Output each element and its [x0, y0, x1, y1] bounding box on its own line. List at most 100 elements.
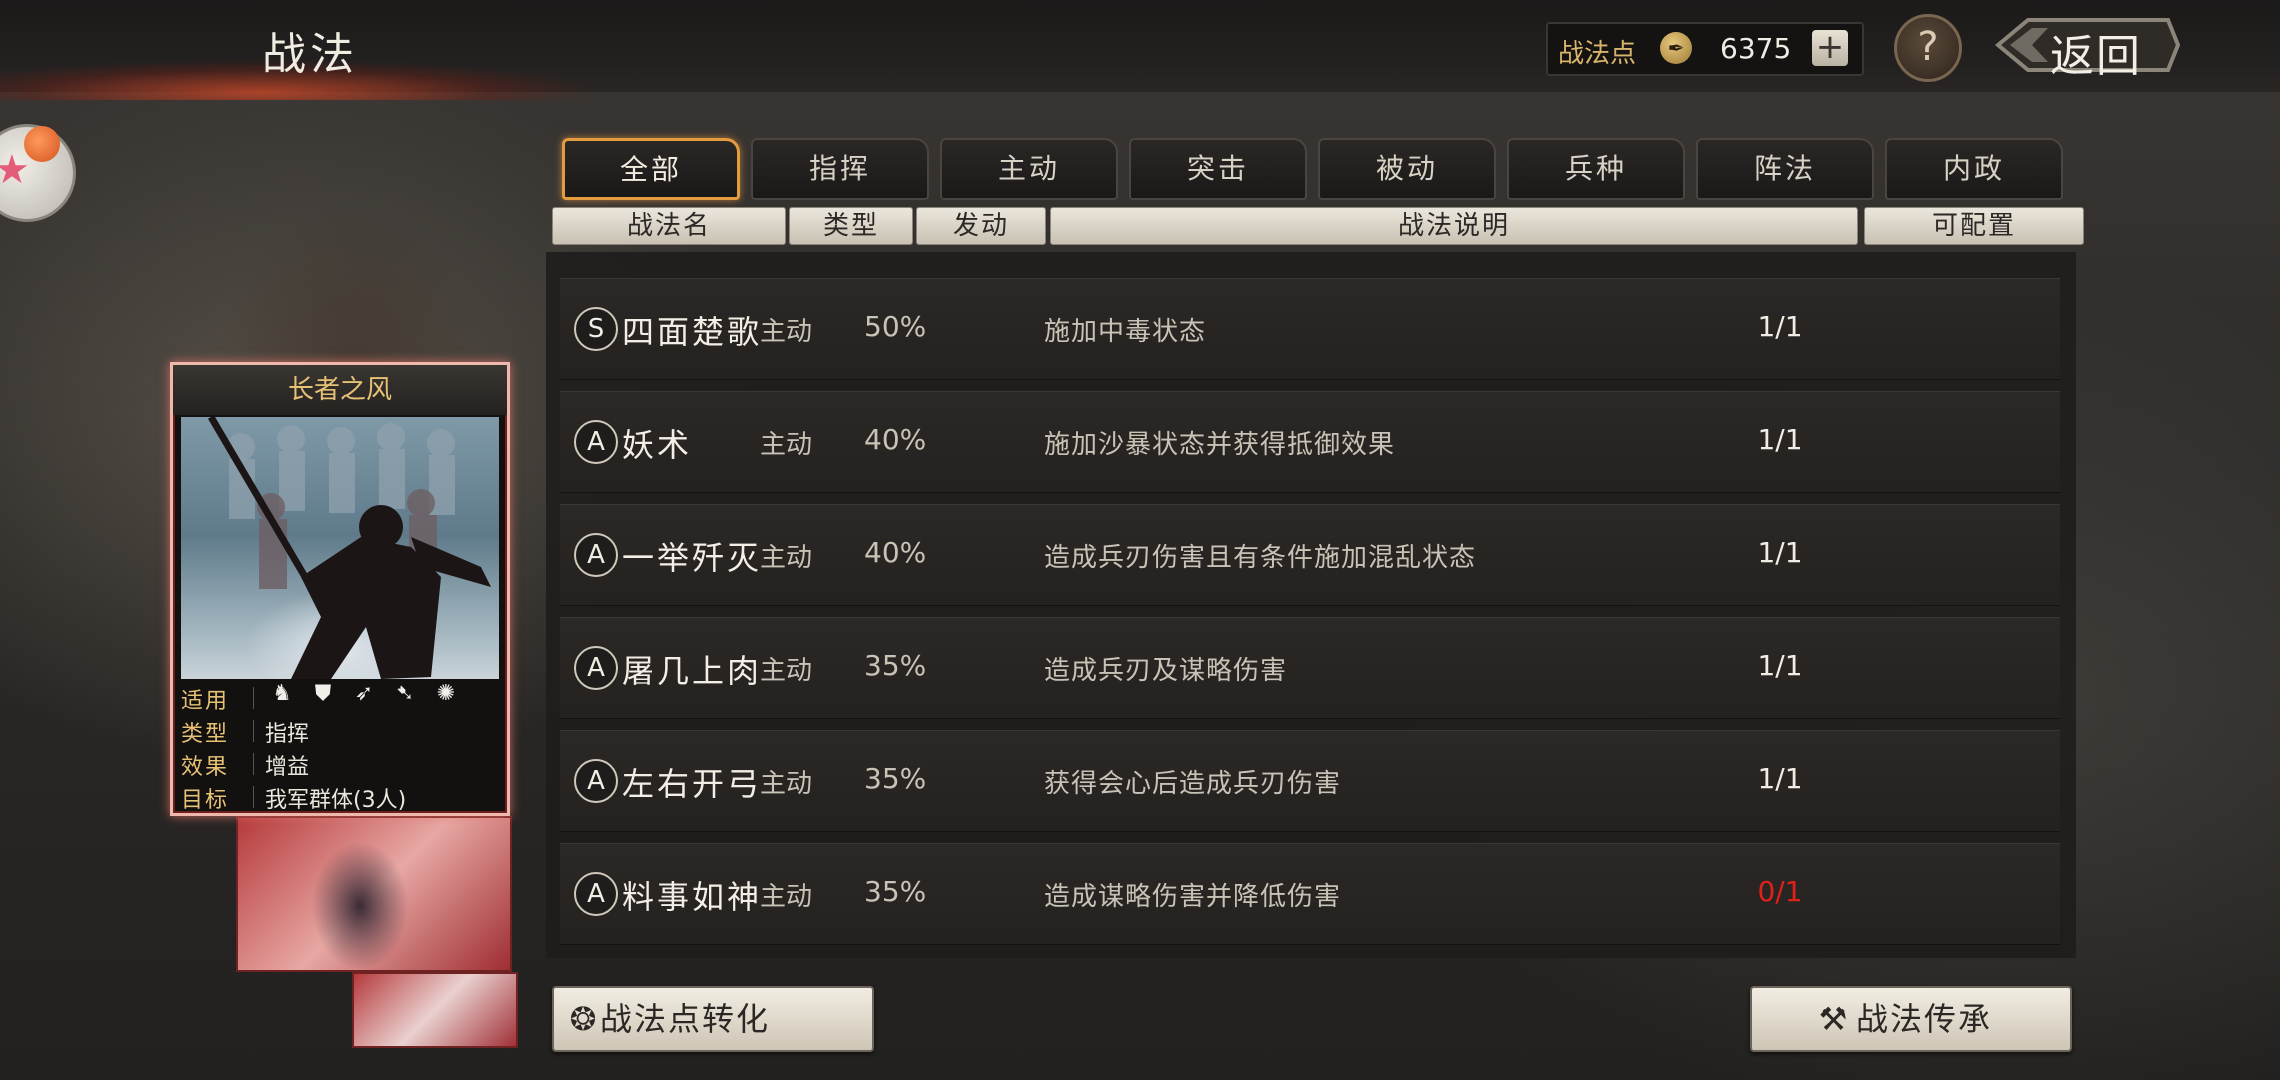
skill-row[interactable]: A 屠几上肉 主动 35% 造成兵刃及谋略伤害 1/1	[560, 617, 2060, 719]
card-back-figure	[290, 816, 430, 968]
stat-key: 类型	[181, 722, 230, 747]
skill-card-stack-back-2[interactable]	[352, 972, 518, 1048]
skill-description: 施加中毒状态	[1044, 317, 1207, 347]
column-header-description: 战法说明	[1050, 207, 1858, 245]
skill-type: 主动	[760, 543, 813, 573]
stat-divider	[253, 687, 254, 709]
tab-troop[interactable]: 兵种	[1507, 138, 1685, 200]
tab-passive[interactable]: 被动	[1318, 138, 1496, 200]
skill-rate: 35%	[864, 762, 927, 795]
skill-row[interactable]: A 妖术 主动 40% 施加沙暴状态并获得抵御效果 1/1	[560, 391, 2060, 493]
hammer-icon: ⚒	[1818, 1000, 1850, 1038]
skill-type: 主动	[760, 882, 813, 912]
card-stats: 适用 ♞ ⛊ ➶ ➷ ✺ 类型 指挥 效果 增益 目标 我军群体(3人)	[181, 681, 499, 813]
tab-command[interactable]: 指挥	[751, 138, 929, 200]
column-header-type[interactable]: 类型	[789, 207, 913, 245]
convert-points-button[interactable]: ❂ 战法点转化	[552, 986, 874, 1052]
skill-quota: 1/1	[1757, 649, 1803, 682]
skill-name: 一举歼灭	[622, 539, 763, 577]
skill-row[interactable]: S 四面楚歌 主动 50% 施加中毒状态 1/1	[560, 278, 2060, 380]
skill-type: 主动	[760, 656, 813, 686]
skill-quota: 1/1	[1757, 536, 1803, 569]
wheel-icon: ✺	[436, 681, 456, 706]
page-title: 战法	[262, 29, 358, 80]
column-header-quota[interactable]: 可配置	[1864, 207, 2084, 245]
skill-rate: 50%	[864, 310, 927, 343]
skill-points-label: 战法点	[1558, 39, 1637, 69]
tab-active[interactable]: 主动	[940, 138, 1118, 200]
bow-icon: ➶	[354, 681, 374, 706]
inherit-skill-button[interactable]: ⚒ 战法传承	[1750, 986, 2072, 1052]
shield-icon: ⛊	[314, 681, 332, 706]
convert-points-label: 战法点转化	[600, 1000, 771, 1038]
skill-type: 主动	[760, 430, 813, 460]
stat-value: 指挥	[265, 722, 310, 747]
skill-name: 料事如神	[622, 878, 763, 916]
grade-badge: A	[574, 420, 618, 464]
tab-internal[interactable]: 内政	[1885, 138, 2063, 200]
stat-row-usage: 适用 ♞ ⛊ ➶ ➷ ✺	[181, 681, 499, 714]
skill-quota: 1/1	[1757, 762, 1803, 795]
card-art	[181, 417, 499, 679]
skill-description: 施加沙暴状态并获得抵御效果	[1044, 430, 1396, 460]
grade-badge: A	[574, 646, 618, 690]
help-button[interactable]: ?	[1894, 14, 1962, 82]
skill-description: 造成谋略伤害并降低伤害	[1044, 882, 1342, 912]
skill-name: 左右开弓	[622, 765, 763, 803]
skill-type: 主动	[760, 769, 813, 799]
skill-quota: 0/1	[1757, 875, 1803, 908]
skill-type: 主动	[760, 317, 813, 347]
back-label: 返回	[2050, 31, 2142, 82]
tab-formation[interactable]: 阵法	[1696, 138, 1874, 200]
skill-quota: 1/1	[1757, 310, 1803, 343]
troop-type-icons: ♞ ⛊ ➶ ➷ ✺	[265, 681, 463, 706]
inherit-skill-label: 战法传承	[1856, 1000, 1993, 1038]
notification-dot-icon	[24, 126, 60, 162]
spear-icon: ➷	[395, 681, 415, 706]
grade-badge: A	[574, 533, 618, 577]
skill-rate: 40%	[864, 536, 927, 569]
title-glow	[0, 52, 820, 100]
cavalry-icon: ♞	[272, 681, 292, 706]
skill-description: 造成兵刃伤害且有条件施加混乱状态	[1044, 543, 1477, 573]
stat-divider	[253, 786, 254, 808]
stat-key: 目标	[181, 788, 230, 813]
feather-coin-icon: ✒	[1660, 32, 1692, 64]
stat-divider	[253, 720, 254, 742]
skill-row[interactable]: A 料事如神 主动 35% 造成谋略伤害并降低伤害 0/1	[560, 843, 2060, 945]
skill-row[interactable]: A 一举歼灭 主动 40% 造成兵刃伤害且有条件施加混乱状态 1/1	[560, 504, 2060, 606]
skill-name: 屠几上肉	[622, 652, 763, 690]
skill-points-value: 6375	[1720, 32, 1792, 65]
column-header-name[interactable]: 战法名	[552, 207, 786, 245]
stat-key: 效果	[181, 755, 230, 780]
stat-row-effect: 效果 增益	[181, 747, 499, 780]
skill-name: 四面楚歌	[622, 313, 763, 351]
stat-row-type: 类型 指挥	[181, 714, 499, 747]
skill-rate: 35%	[864, 875, 927, 908]
skill-points-display: 战法点 ✒ 6375 +	[1546, 22, 1864, 76]
skill-description: 获得会心后造成兵刃伤害	[1044, 769, 1342, 799]
stat-key: 适用	[181, 689, 230, 714]
grade-badge: S	[574, 307, 618, 351]
column-header-rate[interactable]: 发动	[916, 207, 1046, 245]
stat-value: 我军群体(3人)	[265, 788, 407, 813]
skill-quota: 1/1	[1757, 423, 1803, 456]
skill-row[interactable]: A 左右开弓 主动 35% 获得会心后造成兵刃伤害 1/1	[560, 730, 2060, 832]
skill-name: 妖术	[622, 426, 693, 464]
skill-description: 造成兵刃及谋略伤害	[1044, 656, 1288, 686]
back-button[interactable]: 返回	[1988, 14, 2182, 82]
card-title: 长者之风	[173, 365, 507, 415]
skill-rate: 40%	[864, 423, 927, 456]
warrior-silhouette-icon	[207, 417, 491, 679]
category-tabs: 全部 指挥 主动 突击 被动 兵种 阵法 内政	[562, 138, 2082, 200]
tab-assault[interactable]: 突击	[1129, 138, 1307, 200]
add-points-button[interactable]: +	[1812, 30, 1848, 66]
stat-value: 增益	[265, 755, 310, 780]
skill-list[interactable]: S 四面楚歌 主动 50% 施加中毒状态 1/1 A 妖术 主动 40% 施加沙…	[546, 252, 2076, 958]
grade-badge: A	[574, 872, 618, 916]
skill-rate: 35%	[864, 649, 927, 682]
stat-divider	[253, 753, 254, 775]
tab-all[interactable]: 全部	[562, 138, 740, 200]
flame-icon: ❂	[569, 1000, 599, 1038]
selected-skill-card[interactable]: 长者之风 适用 ♞ ⛊ ➶ ➷ ✺ 类型 指挥 效果 增益 目标 我军群体(3人…	[170, 362, 510, 816]
